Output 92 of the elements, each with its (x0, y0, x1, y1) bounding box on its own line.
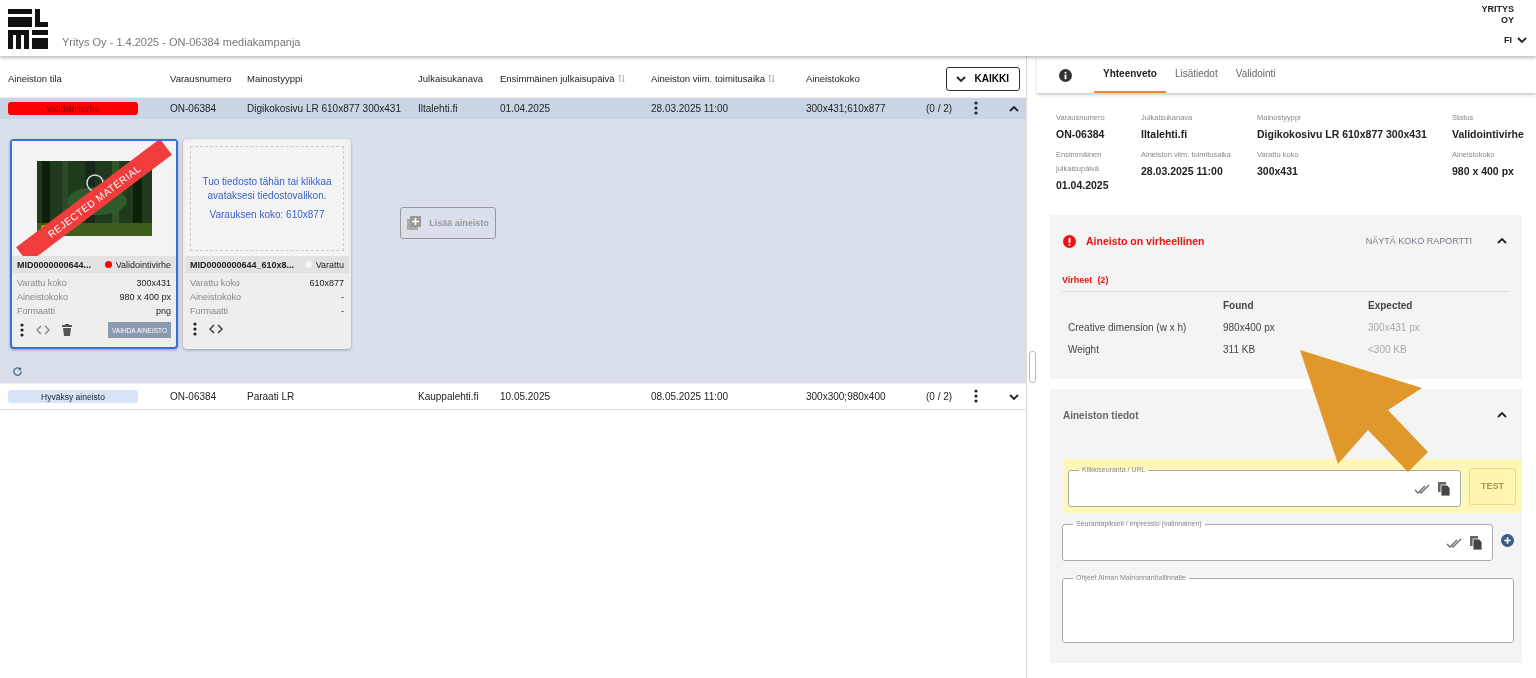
column-header[interactable]: Varausnumero (170, 73, 232, 84)
drop-zone[interactable]: Tuo tiedosto tähän tai klikkaa avataksesi tiedostovalikon. Varauksen koko: 610x877 (190, 146, 344, 251)
filter-button[interactable]: KAIKKI (945, 66, 1020, 91)
field-label: Aineistokoko (190, 292, 242, 302)
summary-value: Iltalehti.fi (1141, 128, 1189, 140)
field-value: 980 x 400 px (119, 292, 171, 302)
page-title: Yritys Oy - 1.4.2025 - ON-06384 mediakampanja (62, 36, 302, 48)
drop-zone-text: Varauksen koko: 610x877 (209, 208, 325, 222)
table-cell-text: 300x300;980x400 (806, 391, 887, 402)
column-header: Expected (1368, 300, 1414, 311)
material-count: (0 / 2) (926, 391, 954, 402)
table-cell-text: Kauppalehti.fi (418, 391, 480, 402)
status-badge: Hyväksy aineisto (8, 390, 138, 403)
check-name: Weight (1068, 344, 1100, 355)
column-header[interactable]: Julkaisukanava (418, 73, 483, 84)
full-report-link[interactable]: NÄYTÄ KOKO RAPORTTI (1359, 235, 1478, 247)
copy-icon[interactable] (1438, 481, 1450, 496)
column-header: Found (1223, 300, 1255, 311)
expected-value: 300x431 px (1368, 322, 1421, 333)
field-value: 300x431 (136, 278, 171, 288)
column-header[interactable]: Aineiston tila (8, 73, 62, 84)
more-icon[interactable] (193, 322, 197, 336)
table-cell-text: ON-06384 (170, 103, 218, 114)
field-label: Varattu koko (190, 278, 240, 288)
file-name: MID0000000644_610x8... (190, 259, 295, 270)
column-header[interactable]: Aineistokoko (806, 73, 860, 84)
table-cell-text: ON-06384 (170, 391, 218, 402)
resize-handle[interactable] (1028, 351, 1036, 383)
column-header[interactable]: Ensimmäinen julkaisupäivä (500, 73, 615, 84)
column-header[interactable]: Aineiston viim. toimitusaika (651, 73, 766, 84)
found-value: 980x400 px (1223, 322, 1276, 333)
summary-value: Validointivirhe (1452, 128, 1525, 140)
company-name: YRITYS (1481, 4, 1514, 15)
refresh-icon[interactable] (12, 366, 23, 377)
tab[interactable]: Lisätiedot (1165, 56, 1227, 93)
summary-value: 28.03.2025 11:00 (1141, 165, 1224, 177)
field-value: - (341, 292, 344, 302)
summary-value: Digikokosivu LR 610x877 300x431 (1257, 128, 1428, 140)
material-card[interactable]: Tuo tiedosto tähän tai klikkaa avataksesi tiedostovalikon. Varauksen koko: 610x877 MID0000000644_610x8... Varattu Varattu koko 610x877 Aineistokoko - Formaatti - (183, 139, 351, 349)
column-header[interactable]: Mainostyyppi (247, 73, 303, 84)
double-check-icon[interactable] (1414, 483, 1430, 494)
company-name: OY (1500, 15, 1514, 26)
more-icon[interactable] (20, 323, 24, 337)
table-cell-text: 01.04.2025 (500, 103, 552, 114)
field-label: Formaatti (17, 306, 55, 316)
summary-value: 980 x 400 px (1452, 165, 1515, 177)
field-label: Formaatti (190, 306, 228, 316)
add-icon[interactable] (1501, 533, 1514, 547)
double-check-icon[interactable] (1446, 537, 1462, 548)
errors-count: (2) (1097, 275, 1109, 285)
check-name: Creative dimension (w x h) (1068, 322, 1188, 333)
caret-icon[interactable] (1516, 34, 1528, 46)
table-row[interactable]: Validointivirhe ON-06384 Digikokosivu LR 610x877 300x431 Iltalehti.fi 01.04.2025 28.03.2025 11:00 300x431;610x877 (0 / 2) (0, 97, 1026, 119)
card-status: Validointivirhe (115, 259, 171, 270)
copy-icon[interactable] (1470, 535, 1482, 550)
summary-value: ON-06384 (1056, 128, 1106, 140)
code-icon[interactable] (209, 324, 223, 334)
table-cell-text: 28.03.2025 11:00 (651, 103, 730, 114)
more-icon[interactable] (974, 100, 978, 115)
errors-label: Virheet (1062, 275, 1093, 285)
file-name: MID0000000644... (17, 259, 92, 270)
more-icon[interactable] (974, 388, 978, 403)
summary-value: 300x431 (1257, 165, 1299, 177)
logo-icon (8, 9, 48, 49)
field-value: png (155, 306, 171, 316)
field-label: Aineistokoko (17, 292, 69, 302)
status-badge: Validointivirhe (8, 102, 138, 115)
error-icon (1063, 234, 1076, 248)
table-cell-text: 300x431;610x877 (806, 103, 887, 114)
table-cell-text: Iltalehti.fi (418, 103, 459, 114)
tab[interactable]: Validointi (1226, 56, 1285, 93)
error-title: Aineisto on virheellinen (1086, 235, 1206, 247)
table-row[interactable]: Hyväksy aineisto ON-06384 Paraati LR Kauppalehti.fi 10.05.2025 08.05.2025 11:00 300x300;980x400 (0 / 2) (0, 383, 1026, 410)
table-cell-text: 08.05.2025 11:00 (651, 391, 730, 402)
drop-zone-text: Tuo tiedosto tähän tai klikkaa avataksesi tiedostovalikon. (201, 175, 333, 203)
table-cell-text: Digikokosivu LR 610x877 300x431 (247, 103, 402, 114)
table-cell-text: Paraati LR (247, 391, 296, 402)
field-value: - (341, 306, 344, 316)
expected-value: <300 KB (1368, 344, 1408, 355)
material-count: (0 / 2) (926, 103, 954, 114)
found-value: 311 KB (1223, 344, 1257, 355)
trash-icon[interactable] (62, 324, 72, 336)
field-value: 610x877 (309, 278, 344, 288)
summary-value: 01.04.2025 (1056, 179, 1110, 191)
card-status: Varattu (315, 259, 344, 270)
table-cell-text: 10.05.2025 (500, 391, 552, 402)
info-icon[interactable] (1059, 69, 1072, 82)
panel-title: Aineiston tiedot (1063, 409, 1140, 421)
language-selector[interactable]: FI (1504, 34, 1512, 46)
add-file-icon (407, 216, 422, 230)
field-label: Varattu koko (17, 278, 67, 288)
tab[interactable]: Yhteenveto (1094, 56, 1166, 93)
